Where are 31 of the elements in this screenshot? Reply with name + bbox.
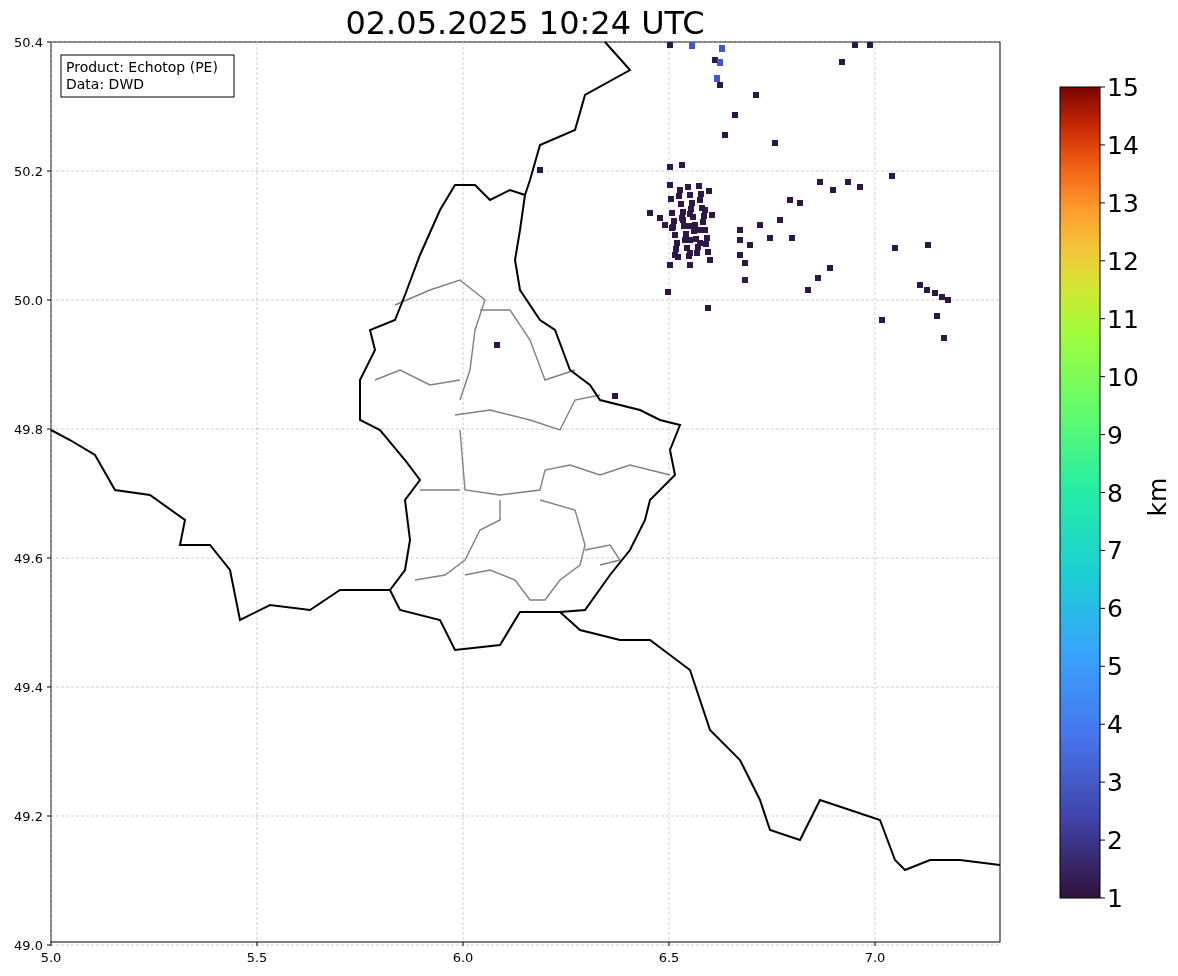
y-tick-label: 50.0 <box>14 293 43 308</box>
y-tick-label: 49.4 <box>14 680 43 695</box>
colorbar-tick-label: 14 <box>1107 130 1139 160</box>
colorbar-label: km <box>1143 477 1172 517</box>
y-tick-label: 49.8 <box>14 422 43 437</box>
x-tick-label: 5.0 <box>40 950 62 965</box>
colorbar-tick-label: 11 <box>1107 304 1139 334</box>
x-tick-label: 5.5 <box>246 950 268 965</box>
y-tick-label: 49.0 <box>14 938 43 953</box>
colorbar-tick-label: 10 <box>1107 362 1139 392</box>
colorbar-tick-label: 5 <box>1107 652 1123 682</box>
colorbar-tick-label: 15 <box>1107 73 1139 102</box>
x-tick-label: 6.0 <box>452 950 474 965</box>
chart-title: 02.05.2025 10:24 UTC <box>345 4 705 42</box>
colorbar-tick-label: 1 <box>1107 884 1123 913</box>
y-tick-label: 49.6 <box>14 551 43 566</box>
colorbar-tick-label: 3 <box>1107 768 1123 798</box>
x-tick-label: 6.5 <box>658 950 680 965</box>
info-box: Product: Echotop (PE) Data: DWD <box>60 54 235 98</box>
colorbar-tick-label: 7 <box>1107 536 1123 566</box>
colorbar-tick-label: 6 <box>1107 594 1123 624</box>
colorbar-tick-label: 2 <box>1107 826 1123 856</box>
y-tick-label: 49.2 <box>14 809 43 824</box>
colorbar-tick-label: 9 <box>1107 420 1123 450</box>
y-tick-label: 50.4 <box>14 35 43 50</box>
colorbar-tick-label: 8 <box>1107 478 1123 508</box>
colorbar-tick-label: 13 <box>1107 188 1139 218</box>
colorbar-tick-label: 12 <box>1107 246 1139 276</box>
x-tick-label: 7.0 <box>864 950 886 965</box>
colorbar-tick-label: 4 <box>1107 710 1123 740</box>
y-tick-label: 50.2 <box>14 164 43 179</box>
